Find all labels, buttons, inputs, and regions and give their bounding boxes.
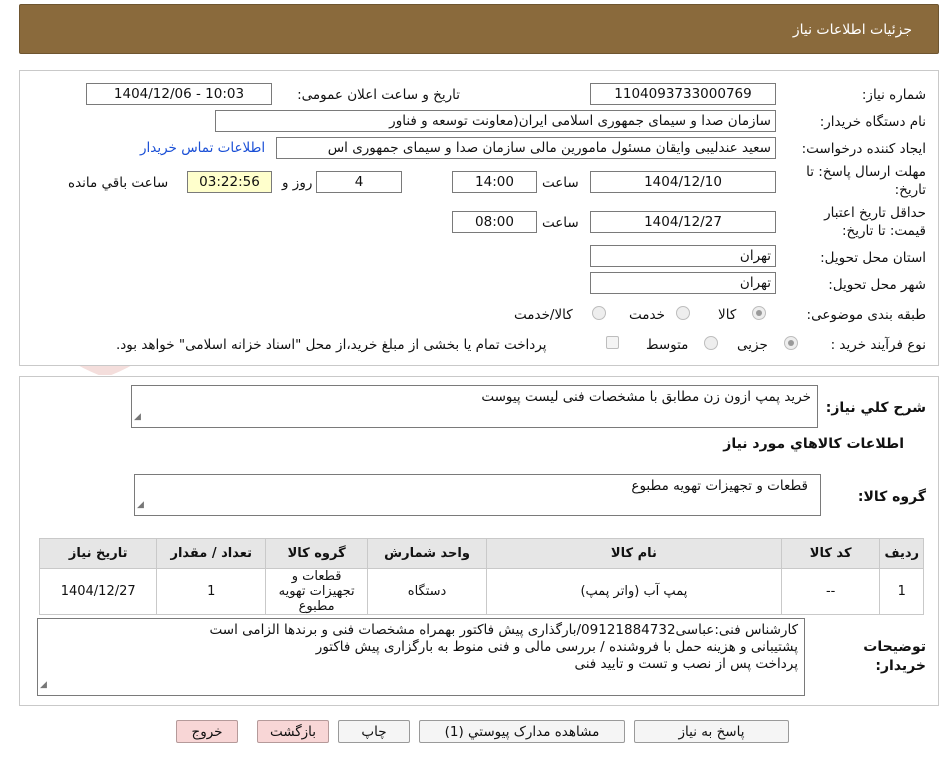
buyer-org-label: نام دستگاه خریدار: [819,114,926,130]
buyer-org-field: سازمان صدا و سیمای جمهوری اسلامی ایران(م… [215,110,776,132]
back-button[interactable]: بازگشت [257,720,329,743]
category-goods-service-label: کالا/خدمت [514,307,573,323]
validity-label-2: قیمت: تا تاریخ: [842,223,926,239]
col-name-header: نام کالا [485,538,782,569]
process-medium-label: متوسط [646,337,689,353]
col-date-header: تاریخ نیاز [38,538,158,569]
summary-label: شرح كلي نياز: [825,400,926,416]
goods-table: رديف کد کالا نام کالا واحد شمارش گروه کا… [38,538,924,615]
validity-time-field: 08:00 [452,211,537,233]
category-label: طبقه بندی موضوعی: [806,307,926,323]
col-group-header: گروه کالا [265,538,369,569]
deadline-label-2: تاریخ: [894,182,926,198]
validity-date-field: 1404/12/27 [590,211,776,233]
need-number-field: 1104093733000769 [590,83,776,105]
payment-note: پرداخت تمام یا بخشی از مبلغ خرید،از محل … [116,337,547,353]
deadline-time-label: ساعت [542,175,579,191]
remaining-label: ساعت باقي مانده [68,175,169,191]
category-service-label: خدمت [629,307,665,323]
remaining-time-field: 03:22:56 [187,171,272,193]
province-label: استان محل تحویل: [820,250,926,266]
page-header: جزئیات اطلاعات نیاز [19,4,939,54]
city-label: شهر محل تحویل: [828,277,926,293]
announce-label: تاریخ و ساعت اعلان عمومی: [297,87,460,103]
resize-grip-icon: ◢ [40,680,47,690]
goods-info-title: اطلاعات کالاهاي مورد نياز [723,436,904,452]
process-radio-minor[interactable] [784,336,798,350]
col-unit-header: واحد شمارش [367,538,487,569]
notes-line-3: پرداخت پس از نصب و تست و تایید فنی [574,656,798,672]
col-row-header: رديف [879,538,924,569]
deadline-time-field: 14:00 [452,171,537,193]
page-title: جزئیات اطلاعات نیاز [792,22,912,38]
deadline-label: مهلت ارسال پاسخ: تا [806,164,926,180]
cell-group: قطعات و تجهیزات تهویه مطبوع [265,568,369,615]
col-qty-header: تعداد / مقدار [156,538,267,569]
summary-textarea[interactable]: خرید پمپ ازون زن مطابق با مشخصات فنی لیس… [131,385,818,428]
cell-name: پمپ آب (واتر پمپ) [485,568,782,615]
process-label: نوع فرآیند خرید : [830,337,926,353]
announce-field: 1404/12/06 - 10:03 [86,83,272,105]
need-number-label: شماره نیاز: [861,87,926,103]
requester-label: ایجاد کننده درخواست: [801,141,926,157]
category-radio-goods[interactable] [752,306,766,320]
resize-grip-icon: ◢ [137,500,144,510]
goods-group-text: قطعات و تجهیزات تهویه مطبوع [631,478,808,494]
goods-group-textarea[interactable]: قطعات و تجهیزات تهویه مطبوع ◢ [134,474,821,516]
exit-button[interactable]: خروج [176,720,238,743]
process-radio-medium[interactable] [704,336,718,350]
city-field: تهران [590,272,776,294]
buyer-contact-link[interactable]: اطلاعات تماس خریدار [140,140,265,156]
province-field: تهران [590,245,776,267]
notes-label-2: خریدار: [875,658,926,674]
table-header-row: رديف کد کالا نام کالا واحد شمارش گروه کا… [38,538,924,569]
treasury-checkbox[interactable] [606,336,619,349]
category-radio-goods-service[interactable] [592,306,606,320]
goods-group-label: گروه کالا: [857,489,926,505]
table-row: 1 -- پمپ آب (واتر پمپ) دستگاه قطعات و تج… [38,568,924,615]
notes-label: توضیحات [863,639,926,655]
process-minor-label: جزیی [737,337,768,353]
cell-qty: 1 [156,568,267,615]
cell-code: -- [780,568,881,615]
requester-field: سعید عندلیبی وایقان مسئول مامورین مالی س… [276,137,776,159]
validity-label: حداقل تاریخ اعتبار [824,205,926,221]
days-label: روز و [282,175,313,191]
notes-line-2: پشتیبانی و هزینه حمل با فروشنده / بررسی … [315,639,798,655]
col-code-header: کد کالا [780,538,881,569]
category-goods-label: کالا [718,307,737,323]
cell-row: 1 [879,568,924,615]
cell-date: 1404/12/27 [38,568,158,615]
view-attachments-button[interactable]: مشاهده مدارک پیوستي (1) [419,720,625,743]
cell-unit: دستگاه [367,568,487,615]
reply-button[interactable]: پاسخ به نیاز [634,720,789,743]
resize-grip-icon: ◢ [134,412,141,422]
buyer-notes-textarea[interactable]: کارشناس فنی:عباسی09121884732/بارگذاری پی… [37,618,805,696]
notes-line-1: کارشناس فنی:عباسی09121884732/بارگذاری پی… [209,622,799,638]
summary-text: خرید پمپ ازون زن مطابق با مشخصات فنی لیس… [481,389,811,405]
validity-time-label: ساعت [542,215,579,231]
category-radio-service[interactable] [676,306,690,320]
print-button[interactable]: چاپ [338,720,410,743]
deadline-date-field: 1404/12/10 [590,171,776,193]
days-remaining-field: 4 [316,171,402,193]
